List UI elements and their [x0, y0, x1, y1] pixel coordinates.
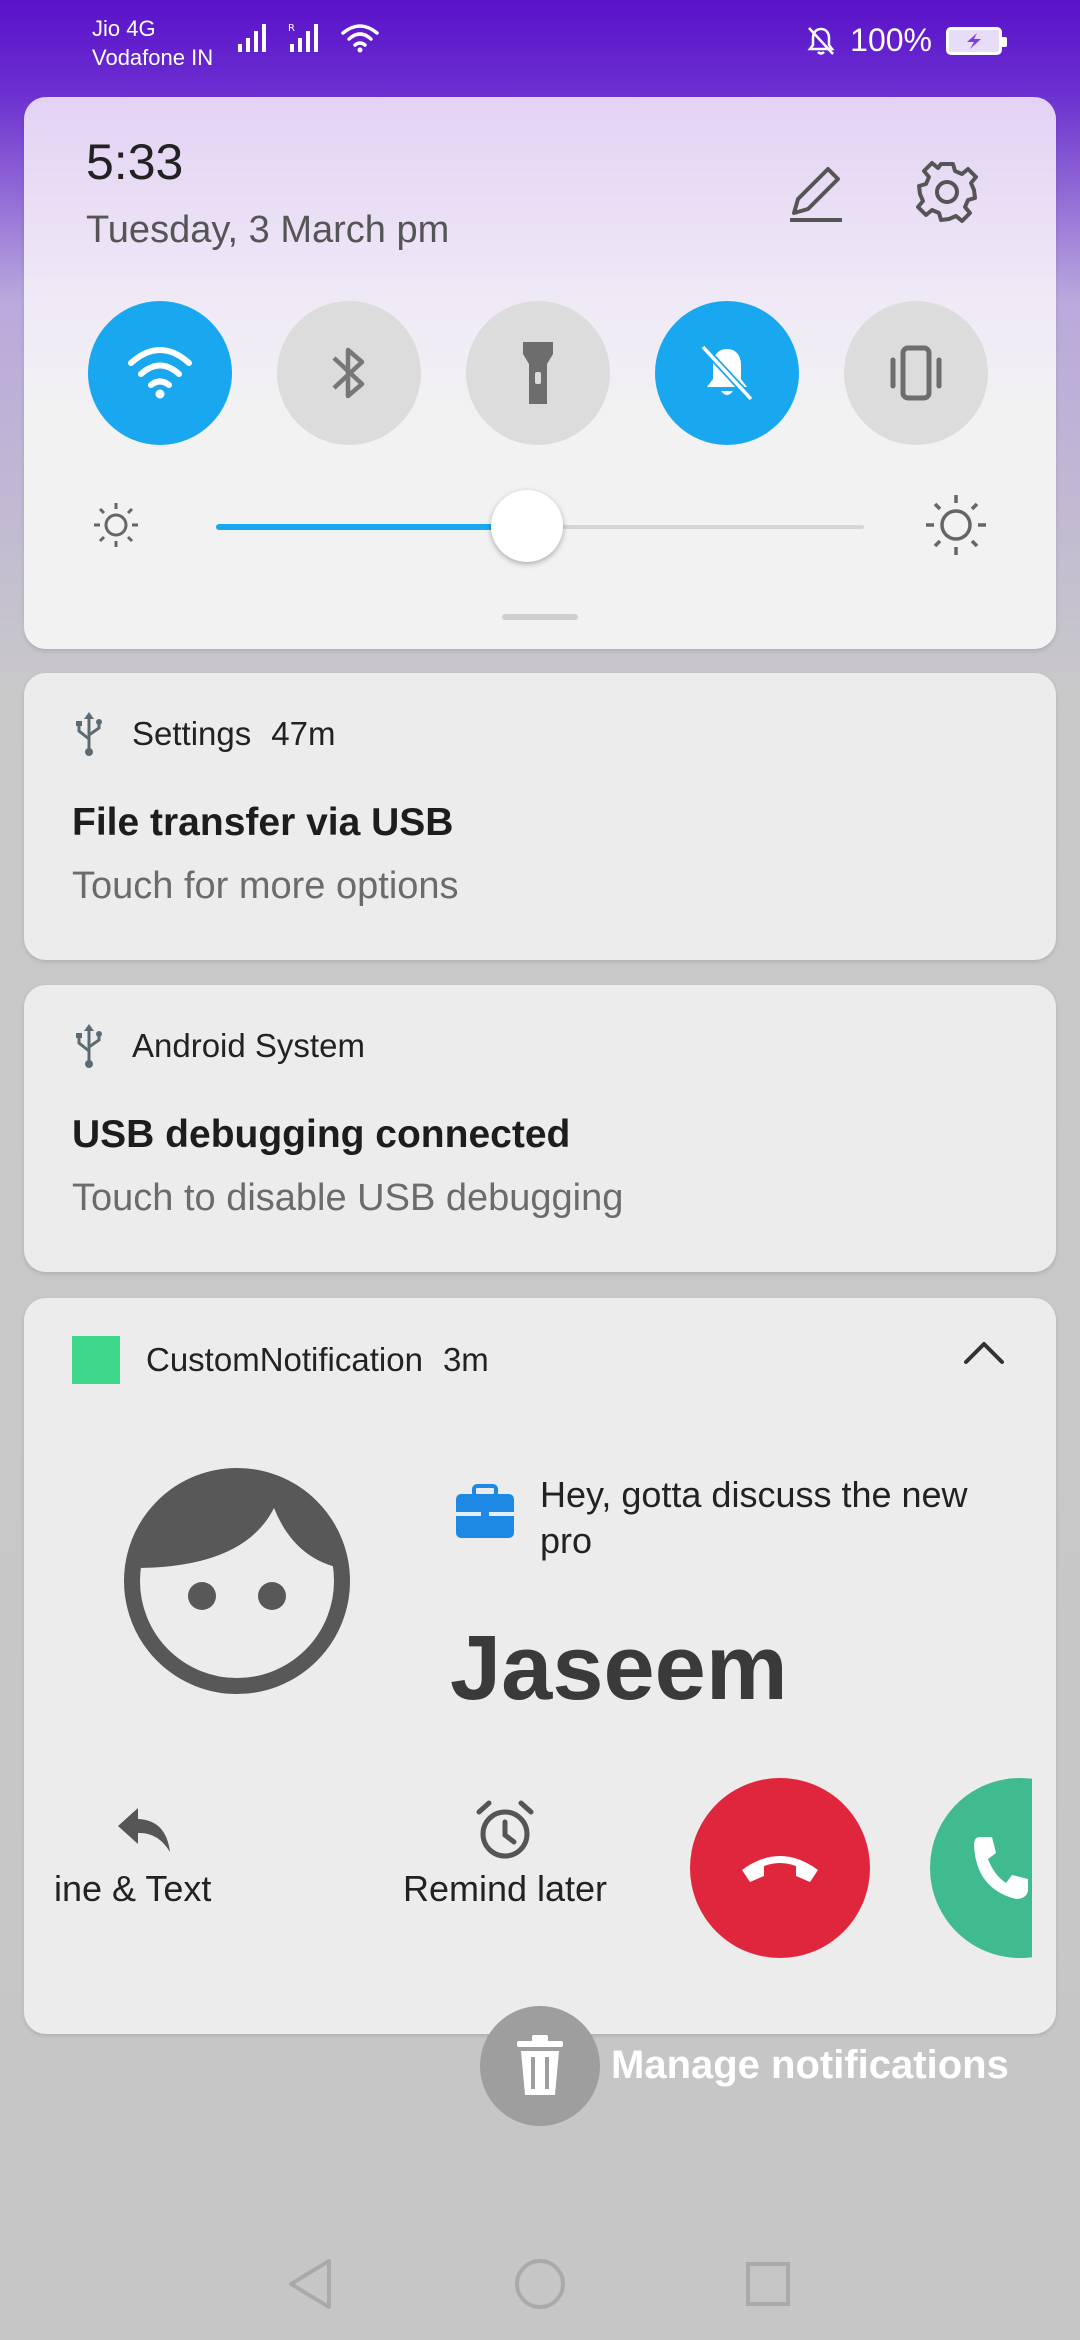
status-bar: Jio 4G Vodafone IN R 100%: [0, 0, 1080, 90]
wifi-icon: [341, 24, 379, 53]
status-right: 100%: [806, 22, 1007, 59]
bluetooth-toggle[interactable]: [277, 301, 421, 445]
carrier-info: Jio 4G Vodafone IN: [92, 14, 213, 72]
mute-icon: [807, 26, 835, 55]
signal-icon: [238, 24, 266, 52]
notification-text: Touch to disable USB debugging: [72, 1177, 624, 1219]
notification-app-name: Android System: [132, 1027, 365, 1064]
notification-header: Android System: [72, 1023, 365, 1069]
accept-call-button[interactable]: [930, 1778, 1032, 1958]
battery-charging-icon: [946, 26, 1007, 55]
bluetooth-icon: [332, 347, 365, 399]
notification-usb-transfer[interactable]: Settings 47m File transfer via USB Touch…: [24, 673, 1056, 960]
signal-group: R: [236, 22, 380, 54]
decline-text-action[interactable]: ine & Text: [54, 1798, 234, 1910]
chevron-up-icon[interactable]: [962, 1338, 1006, 1368]
quick-settings-panel: 5:33 Tuesday, 3 March pm: [24, 97, 1056, 649]
wifi-icon: [128, 347, 192, 399]
notification-app-name: CustomNotification: [146, 1341, 423, 1378]
notification-usb-debugging[interactable]: Android System USB debugging connected T…: [24, 985, 1056, 1272]
brightness-slider-fill: [216, 524, 528, 530]
caller-name: Jaseem: [450, 1617, 788, 1719]
decline-call-button[interactable]: [690, 1778, 870, 1958]
call-message: Hey, gotta discuss the new pro: [540, 1474, 968, 1561]
phone-icon: [974, 1837, 1028, 1899]
home-icon: [515, 2259, 565, 2309]
usb-icon: [76, 1024, 102, 1068]
mute-toggle[interactable]: [655, 301, 799, 445]
notification-app-name: Settings: [132, 715, 252, 752]
reply-icon: [118, 1808, 170, 1852]
notification-header: CustomNotification 3m: [72, 1336, 489, 1384]
vibrate-toggle[interactable]: [844, 301, 988, 445]
remind-later-label: Remind later: [402, 1868, 608, 1909]
home-button[interactable]: [510, 2254, 570, 2314]
pencil-icon[interactable]: [780, 157, 850, 227]
brightness-slider-thumb[interactable]: [491, 490, 564, 562]
flashlight-icon: [523, 342, 553, 404]
recents-icon: [746, 2262, 790, 2306]
brightness-low-icon: [94, 503, 138, 547]
notification-title: USB debugging connected: [72, 1113, 571, 1156]
svg-text:R: R: [288, 23, 295, 34]
notification-title: File transfer via USB: [72, 801, 454, 844]
date: Tuesday, 3 March pm: [86, 209, 450, 251]
vibrate-icon: [890, 345, 942, 401]
green-square-icon: [72, 1336, 120, 1384]
carrier-1: Jio 4G: [92, 16, 156, 41]
briefcase-icon: [456, 1484, 514, 1538]
back-icon: [289, 2259, 331, 2309]
alarm-clock-icon: [476, 1800, 534, 1859]
roaming-signal-icon: R: [288, 23, 318, 52]
notification-age: 3m: [442, 1341, 489, 1378]
remind-later-action[interactable]: Remind later: [370, 1798, 640, 1910]
brightness-slider[interactable]: [216, 490, 864, 562]
clock: 5:33: [86, 134, 184, 190]
navigation-bar: [0, 2230, 1080, 2340]
wifi-toggle[interactable]: [88, 301, 232, 445]
trash-icon: [517, 2035, 563, 2095]
manage-notifications-link[interactable]: Manage notifications: [611, 2043, 1009, 2088]
brightness-high-icon: [926, 495, 986, 555]
notification-text: Touch for more options: [72, 865, 459, 907]
avatar-face-icon: [124, 1468, 350, 1694]
decline-text-label: ine & Text: [54, 1868, 212, 1909]
notification-incoming-call[interactable]: CustomNotification 3m Hey, gotta discuss…: [24, 1298, 1056, 2034]
recents-button[interactable]: [738, 2254, 798, 2314]
panel-drag-handle[interactable]: [502, 614, 578, 620]
phone-hangup-icon: [742, 1856, 818, 1882]
usb-icon: [76, 712, 102, 756]
back-button[interactable]: [280, 2254, 340, 2314]
carrier-2: Vodafone IN: [92, 45, 214, 70]
clear-all-button[interactable]: [480, 2006, 600, 2126]
gear-icon[interactable]: [912, 157, 982, 227]
flashlight-toggle[interactable]: [466, 301, 610, 445]
notification-header: Settings 47m: [72, 711, 335, 757]
battery-percent: 100%: [850, 22, 932, 58]
bell-off-icon: [700, 344, 754, 402]
notification-age: 47m: [271, 715, 336, 752]
